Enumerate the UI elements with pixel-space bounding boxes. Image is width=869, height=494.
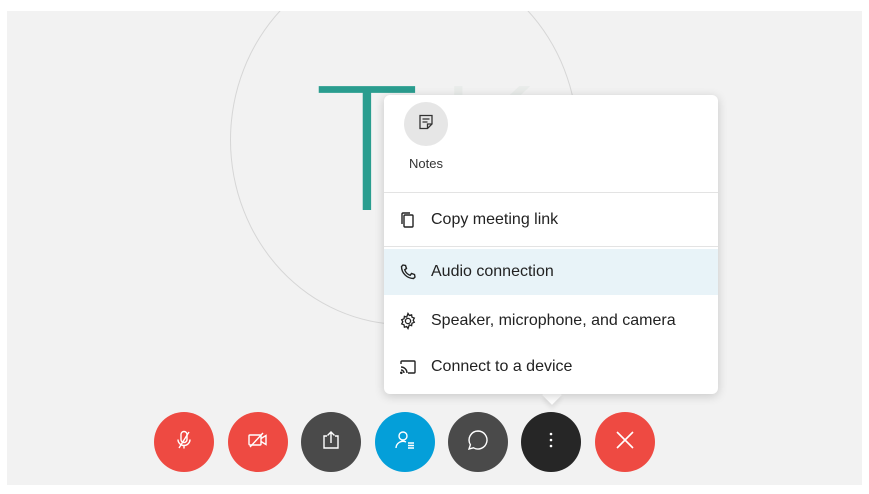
copy-meeting-link-item[interactable]: Copy meeting link <box>384 197 718 243</box>
notes-button[interactable] <box>404 102 448 146</box>
notes-tile[interactable]: Notes <box>402 102 450 171</box>
mic-off-icon <box>173 429 195 456</box>
notes-label: Notes <box>409 156 443 171</box>
participants-icon <box>394 429 416 456</box>
mute-button[interactable] <box>154 412 214 472</box>
audio-connection-item[interactable]: Audio connection <box>384 249 718 295</box>
notes-icon <box>417 113 435 136</box>
cast-icon <box>397 356 419 378</box>
share-button[interactable] <box>301 412 361 472</box>
participants-button[interactable] <box>375 412 435 472</box>
speaker-mic-camera-item[interactable]: Speaker, microphone, and camera <box>384 298 718 344</box>
menu-divider <box>384 192 718 193</box>
connect-to-device-label: Connect to a device <box>431 358 573 375</box>
phone-icon <box>397 261 419 283</box>
share-icon <box>320 429 342 456</box>
leave-button[interactable] <box>595 412 655 472</box>
stop-video-button[interactable] <box>228 412 288 472</box>
meeting-controls <box>0 412 869 472</box>
copy-meeting-link-label: Copy meeting link <box>431 211 559 228</box>
more-icon <box>548 431 554 454</box>
video-off-icon <box>246 429 270 456</box>
copy-icon <box>397 209 419 231</box>
more-options-menu: Notes Copy meeting link Audio connection… <box>384 95 718 394</box>
speaker-mic-camera-label: Speaker, microphone, and camera <box>431 312 676 329</box>
more-button[interactable] <box>521 412 581 472</box>
close-icon <box>615 430 635 455</box>
gear-icon <box>397 310 419 332</box>
menu-divider <box>384 246 718 247</box>
connect-to-device-item[interactable]: Connect to a device <box>384 344 718 390</box>
audio-connection-label: Audio connection <box>431 263 554 280</box>
chat-icon <box>466 428 490 457</box>
chat-button[interactable] <box>448 412 508 472</box>
